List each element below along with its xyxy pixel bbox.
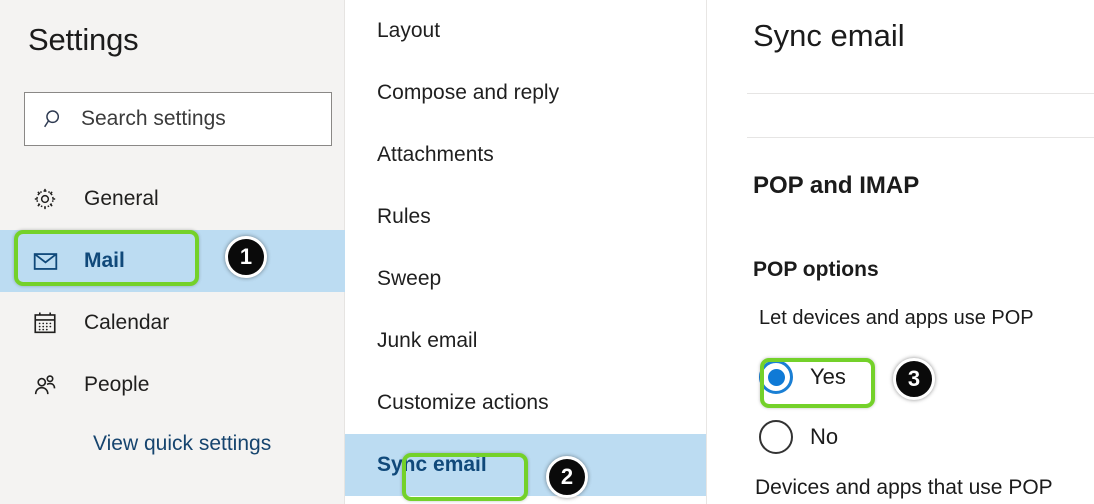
envelope-icon bbox=[30, 247, 60, 275]
sidebar-nav-list: General Mail bbox=[0, 168, 345, 416]
mail-setting-sync-email[interactable]: Sync email bbox=[345, 434, 706, 496]
search-settings-input[interactable]: Search settings bbox=[24, 92, 332, 146]
radio-label-no: No bbox=[810, 424, 838, 450]
mail-setting-layout[interactable]: Layout bbox=[345, 0, 706, 62]
sidebar-item-people[interactable]: People bbox=[0, 354, 345, 416]
step-badge-3: 3 bbox=[893, 358, 935, 400]
sidebar-item-label: Calendar bbox=[84, 311, 169, 335]
radio-option-yes[interactable]: Yes bbox=[759, 360, 846, 394]
mail-setting-customize-actions[interactable]: Customize actions bbox=[345, 372, 706, 434]
sidebar-item-calendar[interactable]: Calendar bbox=[0, 292, 345, 354]
devices-apps-description: Devices and apps that use POP bbox=[755, 476, 1053, 500]
page-title: Settings bbox=[28, 22, 138, 58]
mail-setting-sweep[interactable]: Sweep bbox=[345, 248, 706, 310]
divider bbox=[747, 137, 1094, 138]
mail-setting-attachments[interactable]: Attachments bbox=[345, 124, 706, 186]
mail-setting-junk-email[interactable]: Junk email bbox=[345, 310, 706, 372]
mail-setting-compose-and-reply[interactable]: Compose and reply bbox=[345, 62, 706, 124]
mail-settings-list: Layout Compose and reply Attachments Rul… bbox=[345, 0, 707, 504]
mail-setting-rules[interactable]: Rules bbox=[345, 186, 706, 248]
step-badge-2: 2 bbox=[546, 456, 588, 498]
pop-and-imap-heading: POP and IMAP bbox=[753, 172, 919, 200]
sidebar-item-label: People bbox=[84, 373, 149, 397]
sidebar-item-mail[interactable]: Mail bbox=[0, 230, 345, 292]
people-icon bbox=[30, 371, 60, 399]
search-icon bbox=[43, 108, 65, 130]
step-badge-1: 1 bbox=[225, 236, 267, 278]
panel-title: Sync email bbox=[753, 18, 905, 54]
radio-button-no[interactable] bbox=[759, 420, 793, 454]
settings-sidebar: Settings Search settings Gen bbox=[0, 0, 345, 504]
calendar-icon bbox=[30, 309, 60, 337]
view-quick-settings-link[interactable]: View quick settings bbox=[93, 432, 271, 456]
sidebar-item-general[interactable]: General bbox=[0, 168, 345, 230]
pop-options-heading: POP options bbox=[753, 258, 879, 282]
sync-email-panel: Sync email POP and IMAP POP options Let … bbox=[707, 0, 1094, 504]
gear-icon bbox=[30, 185, 60, 213]
radio-option-no[interactable]: No bbox=[759, 420, 838, 454]
radio-dot bbox=[768, 369, 785, 386]
settings-window: Settings Search settings Gen bbox=[0, 0, 1094, 504]
pop-description: Let devices and apps use POP bbox=[759, 307, 1034, 330]
sidebar-item-label: General bbox=[84, 187, 159, 211]
search-input-placeholder: Search settings bbox=[81, 107, 226, 131]
radio-button-yes[interactable] bbox=[759, 360, 793, 394]
divider bbox=[747, 93, 1094, 94]
sidebar-item-label: Mail bbox=[84, 249, 125, 273]
radio-label-yes: Yes bbox=[810, 364, 846, 390]
